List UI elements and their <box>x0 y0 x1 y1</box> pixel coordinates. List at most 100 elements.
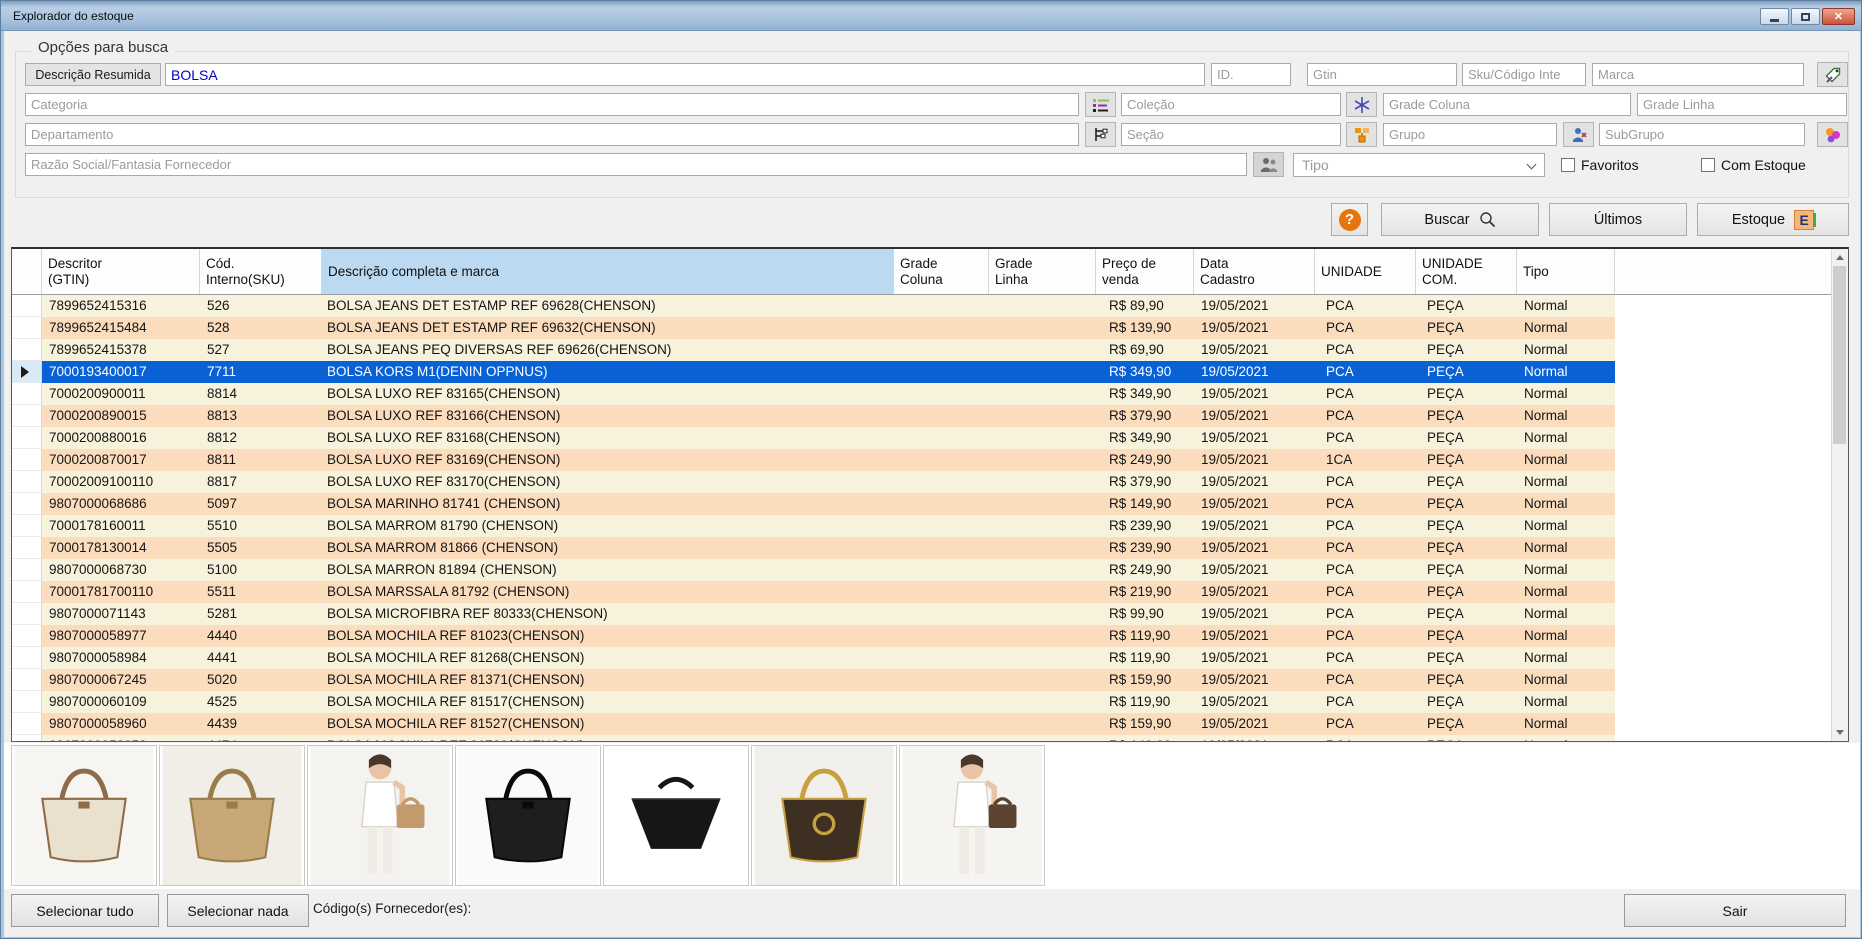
row-selector-cell[interactable] <box>12 735 42 741</box>
secao-field[interactable] <box>1121 123 1341 146</box>
table-row[interactable]: 98070000589604439BOLSA MOCHILA REF 81527… <box>12 713 1831 735</box>
column-header-grade_linha[interactable]: GradeLinha <box>989 249 1096 294</box>
table-row[interactable]: 70002009000118814BOLSA LUXO REF 83165(CH… <box>12 383 1831 405</box>
table-row[interactable]: 700020091001108817BOLSA LUXO REF 83170(C… <box>12 471 1831 493</box>
description-type-button[interactable]: Descrição Resumida <box>25 63 161 86</box>
estoque-button[interactable]: Estoque E <box>1697 203 1849 236</box>
maximize-button[interactable] <box>1791 8 1820 25</box>
row-selector-cell[interactable] <box>12 317 42 339</box>
row-selector-cell[interactable] <box>12 383 42 405</box>
product-photo-4-black-leather-tote[interactable] <box>455 745 601 886</box>
secao-button[interactable] <box>1346 122 1377 147</box>
row-selector-cell[interactable] <box>12 471 42 493</box>
gtin-field[interactable] <box>1307 63 1457 86</box>
table-row[interactable]: 98070000589774440BOLSA MOCHILA REF 81023… <box>12 625 1831 647</box>
product-photo-5-black-tote-silhouette[interactable] <box>603 745 749 886</box>
scrollbar-thumb[interactable] <box>1833 266 1846 444</box>
row-selector-cell[interactable] <box>12 515 42 537</box>
search-input[interactable] <box>165 63 1205 86</box>
favoritos-checkbox[interactable]: Favoritos <box>1561 157 1639 173</box>
column-header-data[interactable]: DataCadastro <box>1194 249 1315 294</box>
scroll-up-button[interactable] <box>1832 249 1848 266</box>
subgrupo-field[interactable] <box>1599 123 1805 146</box>
row-selector-cell[interactable] <box>12 427 42 449</box>
tag-button[interactable] <box>1817 62 1848 87</box>
departamento-tree-button[interactable] <box>1085 122 1116 147</box>
categoria-field[interactable] <box>25 93 1079 116</box>
table-row[interactable]: 70001781300145505BOLSA MARROM 81866 (CHE… <box>12 537 1831 559</box>
column-header-desc[interactable]: Descrição completa e marca <box>322 249 894 294</box>
colecao-button[interactable] <box>1346 92 1377 117</box>
row-selector-cell[interactable] <box>12 713 42 735</box>
select-none-button[interactable]: Selecionar nada <box>167 894 309 927</box>
vertical-scrollbar[interactable] <box>1831 249 1848 741</box>
help-button[interactable]: ? <box>1331 203 1368 236</box>
row-selector-cell[interactable] <box>12 647 42 669</box>
table-row[interactable]: 98070000686865097BOLSA MARINHO 81741 (CH… <box>12 493 1831 515</box>
grupo-button[interactable] <box>1563 122 1594 147</box>
fornecedor-field[interactable] <box>25 153 1247 176</box>
table-row[interactable]: 98070000672455020BOLSA MOCHILA REF 81371… <box>12 669 1831 691</box>
column-header-gtin[interactable]: Descritor(GTIN) <box>42 249 200 294</box>
table-row[interactable]: 7899652415484528BOLSA JEANS DET ESTAMP R… <box>12 317 1831 339</box>
table-row[interactable]: 70002008700178811BOLSA LUXO REF 83169(CH… <box>12 449 1831 471</box>
table-row[interactable]: 98070000589534474BOLSA MOCHILA REF 81730… <box>12 735 1831 741</box>
ultimos-button[interactable]: Últimos <box>1549 203 1687 236</box>
product-photo-7-model-with-brown-handbag[interactable] <box>899 745 1045 886</box>
table-row[interactable]: 98070000711435281BOLSA MICROFIBRA REF 80… <box>12 603 1831 625</box>
row-selector-cell[interactable] <box>12 603 42 625</box>
row-selector-cell[interactable] <box>12 339 42 361</box>
colecao-field[interactable] <box>1121 93 1341 116</box>
product-photo-3-model-with-tan-handbag[interactable] <box>307 745 453 886</box>
sku-field[interactable] <box>1462 63 1586 86</box>
table-row[interactable]: 7899652415378527BOLSA JEANS PEQ DIVERSAS… <box>12 339 1831 361</box>
row-selector-cell[interactable] <box>12 581 42 603</box>
column-header-unidade_com[interactable]: UNIDADECOM. <box>1416 249 1517 294</box>
grade-linha-field[interactable] <box>1637 93 1847 116</box>
departamento-field[interactable] <box>25 123 1079 146</box>
column-header-grade_coluna[interactable]: GradeColuna <box>894 249 989 294</box>
id-field[interactable] <box>1211 63 1291 86</box>
row-selector-cell[interactable] <box>12 669 42 691</box>
cell-unidade_com: PEÇA <box>1416 339 1517 361</box>
table-row[interactable]: 70002008800168812BOLSA LUXO REF 83168(CH… <box>12 427 1831 449</box>
table-row[interactable]: 98070000601094525BOLSA MOCHILA REF 81517… <box>12 691 1831 713</box>
table-row[interactable]: 70001781600115510BOLSA MARROM 81790 (CHE… <box>12 515 1831 537</box>
fornecedor-button[interactable] <box>1253 152 1284 177</box>
row-selector-cell[interactable] <box>12 493 42 515</box>
table-row-selected[interactable]: 70001934000177711BOLSA KORS M1(DENIN OPP… <box>12 361 1831 383</box>
scroll-down-button[interactable] <box>1832 724 1848 741</box>
table-row[interactable]: 7899652415316526BOLSA JEANS DET ESTAMP R… <box>12 295 1831 317</box>
row-selector-cell[interactable] <box>12 625 42 647</box>
column-header-preco[interactable]: Preço devenda <box>1096 249 1194 294</box>
minimize-button[interactable] <box>1760 8 1789 25</box>
row-selector-cell[interactable] <box>12 405 42 427</box>
column-header-tipo[interactable]: Tipo <box>1517 249 1615 294</box>
row-selector-cell[interactable] <box>12 559 42 581</box>
row-selector-cell[interactable] <box>12 537 42 559</box>
column-header-sku[interactable]: Cód.Interno(SKU) <box>200 249 322 294</box>
table-row[interactable]: 98070000687305100BOLSA MARRON 81894 (CHE… <box>12 559 1831 581</box>
sair-button[interactable]: Sair <box>1624 894 1846 927</box>
product-photo-1-beige-monogram-handbag[interactable] <box>11 745 157 886</box>
column-header-unidade[interactable]: UNIDADE <box>1315 249 1416 294</box>
row-selector-cell[interactable] <box>12 449 42 471</box>
categoria-list-button[interactable] <box>1085 92 1116 117</box>
marca-field[interactable] <box>1592 63 1804 86</box>
com-estoque-checkbox[interactable]: Com Estoque <box>1701 157 1806 173</box>
table-row[interactable]: 70002008900158813BOLSA LUXO REF 83166(CH… <box>12 405 1831 427</box>
tipo-select[interactable]: Tipo <box>1293 153 1545 177</box>
grupo-field[interactable] <box>1383 123 1557 146</box>
table-row[interactable]: 98070000589844441BOLSA MOCHILA REF 81268… <box>12 647 1831 669</box>
buscar-button[interactable]: Buscar <box>1381 203 1539 236</box>
grade-coluna-field[interactable] <box>1383 93 1631 116</box>
row-selector-cell[interactable] <box>12 295 42 317</box>
subgrupo-button[interactable] <box>1817 122 1848 147</box>
row-selector-cell[interactable] <box>12 691 42 713</box>
table-row[interactable]: 700017817001105511BOLSA MARSSALA 81792 (… <box>12 581 1831 603</box>
row-selector-cell[interactable] <box>12 361 42 383</box>
select-all-button[interactable]: Selecionar tudo <box>11 894 159 927</box>
product-photo-6-brown-tote-gold-emblem[interactable] <box>751 745 897 886</box>
close-button[interactable]: ✕ <box>1822 8 1855 25</box>
product-photo-2-gold-metallic-handbag[interactable] <box>159 745 305 886</box>
